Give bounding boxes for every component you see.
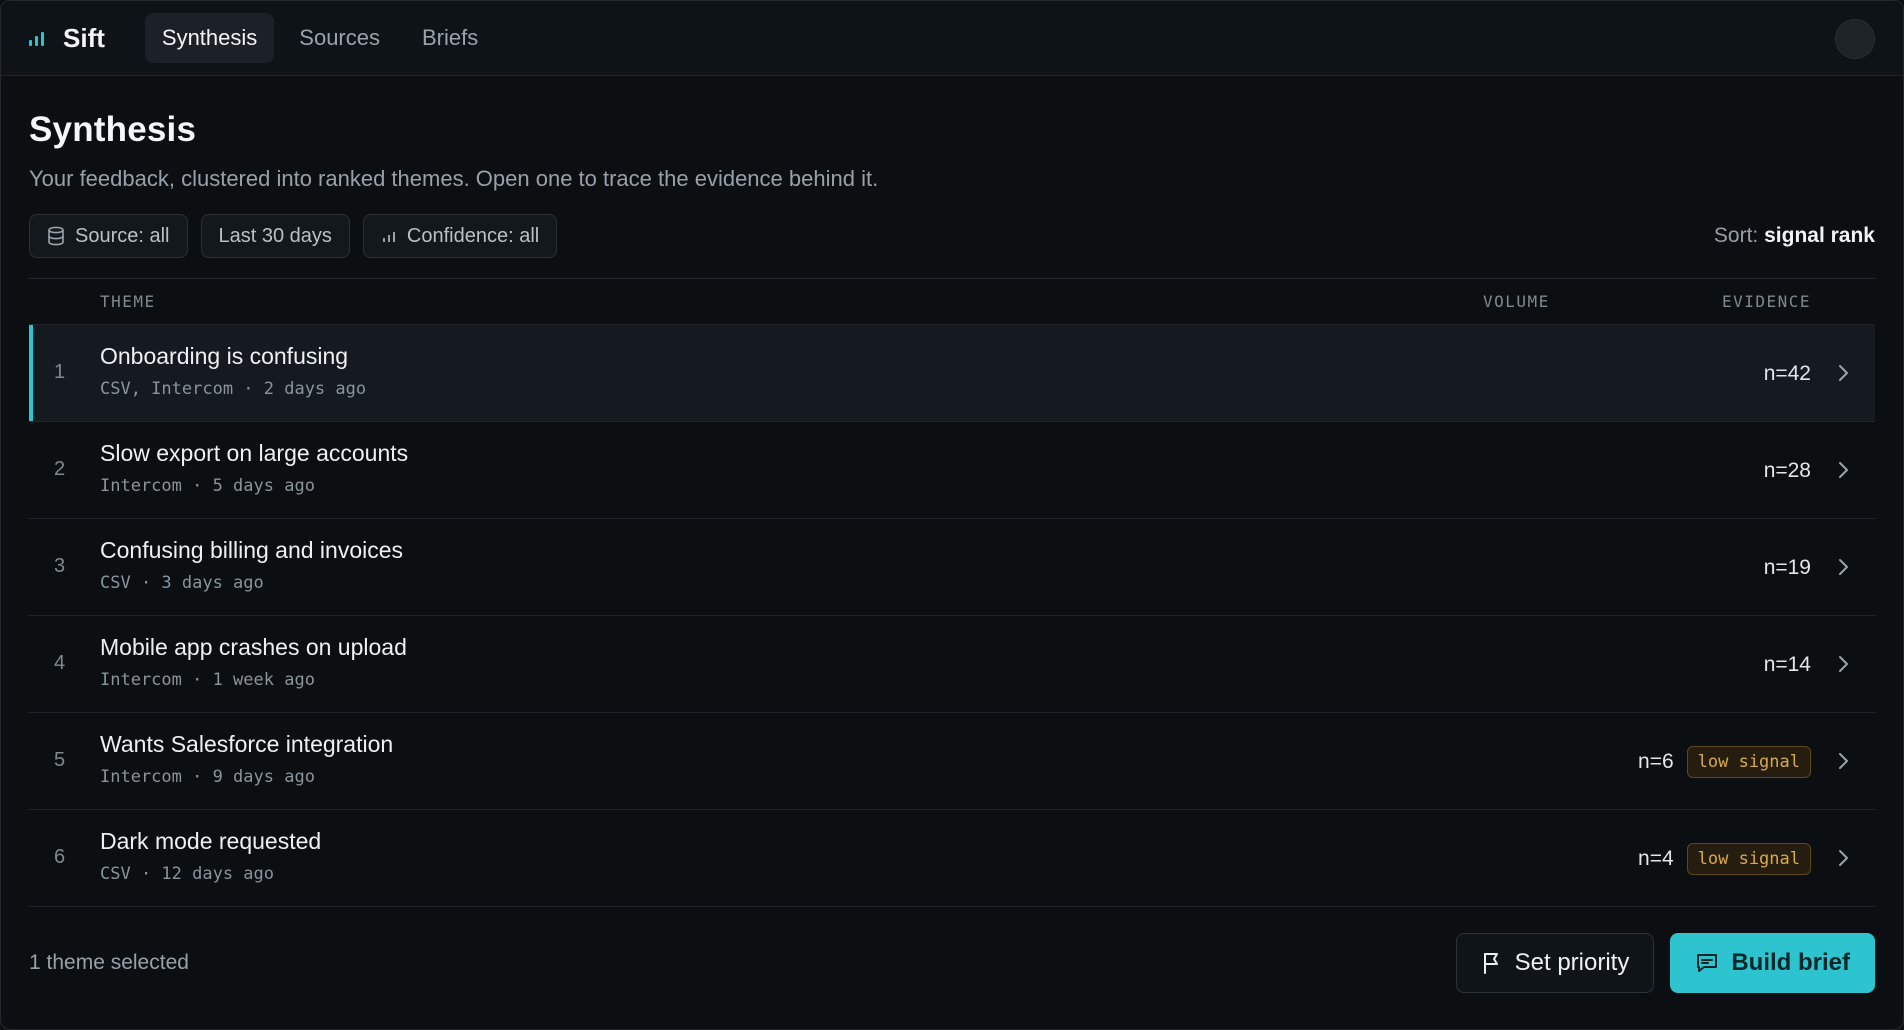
tab-sources[interactable]: Sources [282,13,397,63]
message-icon [1697,954,1718,972]
low-signal-badge: low signal [1686,842,1811,875]
period-filter-label: Last 30 days [218,224,332,247]
row-rank: 4 [54,652,66,674]
evidence-count: n=6 [1638,749,1674,773]
table-row[interactable]: 6 Dark mode requested CSV · 12 days ago … [29,810,1875,907]
chevron-right-icon[interactable] [1831,652,1855,676]
confidence-filter[interactable]: Confidence: all [362,214,558,258]
build-brief-label: Build brief [1731,949,1850,976]
table-row[interactable]: 4 Mobile app crashes on upload Intercom … [29,616,1875,713]
themes-table: THEME VOLUME EVIDENCE 1 Onboarding is co… [29,278,1875,907]
source-filter-label: Source: all [75,224,170,247]
column-theme: THEME [100,292,156,311]
evidence-count: n=28 [1763,458,1811,482]
row-evidence: n=19 [1764,519,1811,616]
period-filter[interactable]: Last 30 days [200,214,350,258]
evidence-count: n=4 [1638,846,1674,870]
database-icon [48,226,64,246]
row-title: Dark mode requested [100,828,322,854]
column-volume[interactable]: VOLUME [1483,292,1550,311]
row-evidence: n=42 [1764,325,1811,422]
chevron-right-icon[interactable] [1831,749,1855,773]
source-filter[interactable]: Source: all [29,214,188,258]
table-row[interactable]: 2 Slow export on large accounts Intercom… [29,422,1875,519]
footer-actions: Set priority Build brief [1455,933,1875,993]
flag-icon [1483,953,1498,974]
row-title: Mobile app crashes on upload [100,634,407,660]
row-rank: 6 [54,846,66,868]
filter-bar: Source: all Last 30 days Confidence: all… [29,214,1875,258]
evidence-count: n=19 [1763,555,1811,579]
top-bar: Sift Synthesis Sources Briefs [1,1,1903,76]
row-rank: 2 [54,458,66,480]
set-priority-button[interactable]: Set priority [1455,933,1655,993]
selection-footer: 1 theme selected Set priority Build brie… [29,933,1875,993]
tab-synthesis[interactable]: Synthesis [144,13,275,63]
row-meta: Intercom · 5 days ago [100,476,315,496]
row-evidence: n=14 [1764,616,1811,713]
chevron-right-icon[interactable] [1831,361,1855,385]
column-evidence[interactable]: EVIDENCE [1722,292,1811,311]
tab-briefs[interactable]: Briefs [405,13,495,63]
row-meta: CSV · 3 days ago [100,573,264,593]
low-signal-badge: low signal [1686,745,1811,778]
brand-name: Sift [63,22,105,53]
selection-count: 1 theme selected [29,951,189,974]
page-subtitle: Your feedback, clustered into ranked the… [29,166,879,191]
set-priority-label: Set priority [1514,949,1630,976]
bar-chart-icon [29,28,49,48]
sort-control[interactable]: Sort: signal rank [1714,224,1875,248]
row-title: Onboarding is confusing [100,343,349,369]
main-content: Synthesis Your feedback, clustered into … [1,110,1903,907]
table-row[interactable]: 5 Wants Salesforce integration Intercom … [29,713,1875,810]
table-row[interactable]: 3 Confusing billing and invoices CSV · 3… [29,519,1875,616]
app-window: Sift Synthesis Sources Briefs Synthesis … [0,0,1904,1030]
evidence-count: n=42 [1763,361,1811,385]
row-rank: 1 [54,361,66,383]
brand[interactable]: Sift [29,23,105,54]
table-header: THEME VOLUME EVIDENCE [29,279,1875,325]
row-evidence: n=28 [1764,422,1811,519]
row-rank: 5 [54,749,66,771]
row-meta: Intercom · 9 days ago [100,767,315,787]
row-title: Wants Salesforce integration [100,731,394,757]
page-title: Synthesis [29,110,197,149]
chevron-right-icon[interactable] [1831,458,1855,482]
row-meta: CSV, Intercom · 2 days ago [100,379,367,399]
row-evidence: n=4 low signal [1638,810,1811,907]
row-meta: CSV · 12 days ago [100,864,274,884]
row-meta: Intercom · 1 week ago [100,670,315,690]
avatar[interactable] [1835,19,1875,59]
sort-value: signal rank [1764,224,1875,247]
row-title: Slow export on large accounts [100,440,409,466]
row-rank: 3 [54,555,66,577]
bar-chart-icon [382,232,395,242]
row-title: Confusing billing and invoices [100,537,404,563]
sort-label: Sort: [1713,224,1759,247]
chevron-right-icon[interactable] [1831,846,1855,870]
confidence-filter-label: Confidence: all [406,224,540,247]
row-evidence: n=6 low signal [1638,713,1811,810]
table-row[interactable]: 1 Onboarding is confusing CSV, Intercom … [29,325,1875,422]
build-brief-button[interactable]: Build brief [1670,933,1875,993]
chevron-right-icon[interactable] [1831,555,1855,579]
evidence-count: n=14 [1763,652,1811,676]
main-nav: Synthesis Sources Briefs [144,13,495,63]
